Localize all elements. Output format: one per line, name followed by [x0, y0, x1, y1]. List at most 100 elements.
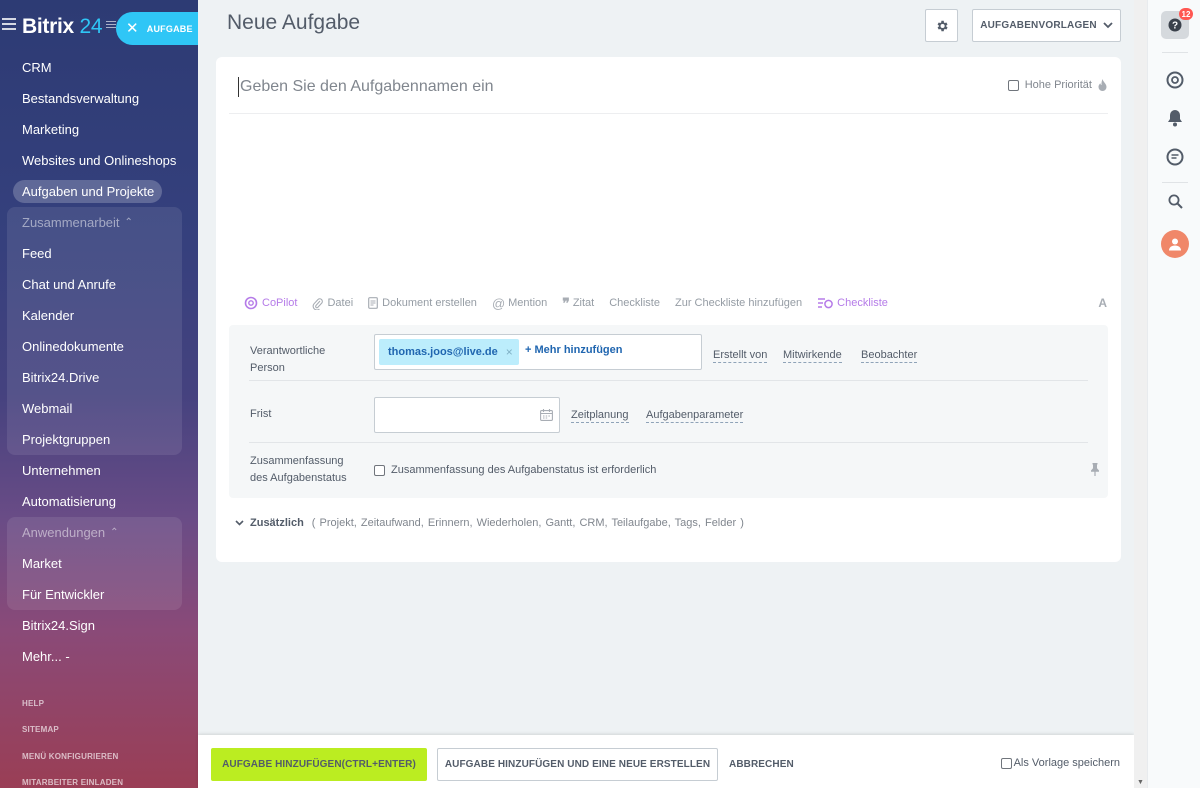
new-task-button[interactable]: ✕ AUFGABE — [116, 12, 198, 45]
summary-label-line1: Zusammenfassung — [250, 455, 344, 467]
logo-text: Bitrix — [22, 15, 74, 38]
menu-burger-icon[interactable] — [2, 18, 16, 30]
summary-checkbox[interactable] — [374, 464, 385, 476]
sidebar-item-documents[interactable]: Onlinedokumente — [7, 331, 182, 362]
sidebar-group-header[interactable]: Anwendungen ⌃ — [7, 517, 182, 548]
deadline-input[interactable] — [374, 397, 560, 433]
sidebar-item-inventory[interactable]: Bestandsverwaltung — [0, 83, 198, 114]
summary-label-line2: des Aufgabenstatus — [250, 472, 347, 484]
copilot-panel-button[interactable] — [1161, 66, 1189, 94]
invite-users-link[interactable]: MITARBEITER EINLADEN — [22, 778, 123, 788]
sidebar-group-collaboration: Zusammenarbeit ⌃ Feed Chat und Anrufe Kal… — [7, 207, 182, 455]
text-format-icon[interactable]: A — [1098, 296, 1107, 310]
search-button[interactable] — [1161, 187, 1189, 215]
scheduling-link[interactable]: Zeitplanung — [571, 409, 629, 423]
chevron-down-icon — [235, 520, 244, 526]
sidebar-item-sign[interactable]: Bitrix24.Sign — [0, 610, 198, 641]
remove-tag-icon[interactable]: × — [506, 345, 513, 359]
avatar[interactable] — [1161, 230, 1189, 258]
sidebar-item-market[interactable]: Market — [7, 548, 182, 579]
notifications-button[interactable] — [1161, 104, 1189, 132]
user-tag-label: thomas.joos@live.de — [388, 346, 498, 358]
add-to-checklist-button[interactable]: Zur Checkliste hinzufügen — [675, 297, 802, 309]
help-link[interactable]: HELP — [22, 699, 123, 725]
new-task-label: AUFGABE — [146, 23, 193, 34]
chevron-down-icon — [1103, 22, 1113, 29]
sidebar-item-calendar[interactable]: Kalender — [7, 300, 182, 331]
close-icon: ✕ — [126, 20, 139, 37]
summary-required-toggle[interactable]: Zusammenfassung des Aufgabenstatus ist e… — [374, 464, 656, 476]
task-params-link[interactable]: Aufgabenparameter — [646, 409, 744, 423]
attach-file-button[interactable]: Datei — [312, 297, 353, 310]
priority-checkbox[interactable] — [1007, 79, 1019, 91]
help-button[interactable]: ? 12 — [1161, 8, 1193, 39]
sidebar-item-workgroups[interactable]: Projektgruppen — [7, 424, 182, 455]
quote-button[interactable]: ❞ Zitat — [562, 296, 594, 310]
page-scrollbar[interactable]: ▼ — [1134, 0, 1147, 788]
toolbar-label: Datei — [327, 297, 354, 309]
messenger-button[interactable] — [1161, 143, 1189, 171]
copilot-button[interactable]: CoPilot — [244, 296, 297, 310]
participants-link[interactable]: Mitwirkende — [783, 349, 842, 363]
priority-label: Hohe Priorität — [1024, 79, 1092, 91]
cancel-button[interactable]: ABBRECHEN — [729, 759, 794, 770]
responsible-user-tag[interactable]: thomas.joos@live.de × — [379, 339, 519, 365]
logo[interactable]: Bitrix 24 — [22, 15, 103, 39]
sidebar-item-marketing[interactable]: Marketing — [0, 114, 198, 145]
sidebar-item-webmail[interactable]: Webmail — [7, 393, 182, 424]
checklist-copilot-icon — [818, 298, 834, 309]
add-task-button[interactable]: AUFGABE HINZUFÜGEN(CTRL+ENTER) — [211, 748, 427, 781]
main-area: Neue Aufgabe AUFGABENVORLAGEN Geben Sie … — [198, 0, 1134, 788]
add-more-link[interactable]: + Mehr hinzufügen — [525, 344, 623, 356]
group-title: Zusammenarbeit — [22, 215, 120, 230]
sidebar-item-feed[interactable]: Feed — [7, 238, 182, 269]
logo-settings-icon[interactable] — [106, 21, 116, 29]
sidebar-item-sites[interactable]: Websites und Onlineshops — [0, 145, 198, 176]
svg-text:?: ? — [1172, 21, 1178, 32]
sitemap-link[interactable]: SITEMAP — [22, 725, 123, 751]
scroll-down-arrow-icon[interactable]: ▼ — [1137, 779, 1144, 786]
responsible-label: Verantwortliche Person — [250, 343, 325, 377]
sidebar-item-chat[interactable]: Chat und Anrufe — [7, 269, 182, 300]
sidebar-item-label: Feed — [22, 246, 52, 261]
sidebar-item-crm[interactable]: CRM — [0, 52, 198, 83]
sidebar-group-header[interactable]: Zusammenarbeit ⌃ — [7, 207, 182, 238]
responsible-selector[interactable]: thomas.joos@live.de × + Mehr hinzufügen — [374, 334, 702, 370]
sidebar-item-label: Für Entwickler — [22, 587, 105, 602]
additional-section-toggle[interactable]: Zusätzlich ( Projekt, Zeitaufwand, Erinn… — [235, 517, 744, 529]
sidebar-item-tasks[interactable]: Aufgaben und Projekte — [0, 176, 198, 207]
field-divider — [249, 380, 1088, 381]
page-title: Neue Aufgabe — [227, 11, 361, 34]
calendar-icon[interactable] — [540, 409, 553, 421]
sidebar-item-drive[interactable]: Bitrix24.Drive — [7, 362, 182, 393]
chevron-up-icon: ⌃ — [110, 527, 119, 538]
sidebar-more[interactable]: Mehr... - — [0, 641, 198, 672]
save-template-checkbox[interactable] — [1000, 757, 1012, 769]
search-icon — [1168, 194, 1183, 209]
toolbar-label: Zur Checkliste hinzufügen — [674, 297, 803, 309]
create-document-button[interactable]: Dokument erstellen — [368, 297, 477, 309]
configure-menu-link[interactable]: MENÜ KONFIGURIEREN — [22, 752, 123, 778]
save-as-template-toggle[interactable]: Als Vorlage speichern — [1000, 757, 1120, 769]
created-by-link[interactable]: Erstellt von — [713, 349, 768, 363]
sidebar-item-developers[interactable]: Für Entwickler — [7, 579, 182, 610]
add-and-create-new-button[interactable]: AUFGABE HINZUFÜGEN UND EINE NEUE ERSTELL… — [437, 748, 718, 781]
description-editor[interactable] — [229, 115, 1108, 285]
question-icon: ? — [1168, 18, 1182, 32]
toolbar-label: CoPilot — [262, 297, 298, 309]
toolbar-label: Checkliste — [837, 297, 888, 309]
settings-button[interactable] — [925, 9, 958, 42]
checklist-button[interactable]: Checkliste — [609, 297, 660, 309]
templates-button[interactable]: AUFGABENVORLAGEN — [972, 9, 1121, 42]
sidebar-item-company[interactable]: Unternehmen — [0, 455, 198, 486]
observers-link[interactable]: Beobachter — [861, 349, 918, 363]
priority-toggle[interactable]: Hohe Priorität — [1007, 79, 1107, 91]
sidebar-item-label: Webmail — [22, 401, 73, 416]
task-title-input[interactable]: Geben Sie den Aufgabennamen ein — [238, 77, 494, 97]
checklist-ai-button[interactable]: Checkliste — [817, 297, 888, 309]
copilot-icon — [244, 296, 258, 310]
sidebar-item-label: Chat und Anrufe — [22, 277, 116, 292]
sidebar-item-automation[interactable]: Automatisierung — [0, 486, 198, 517]
mention-button[interactable]: @ Mention — [492, 296, 547, 311]
pin-icon[interactable] — [1091, 463, 1099, 476]
